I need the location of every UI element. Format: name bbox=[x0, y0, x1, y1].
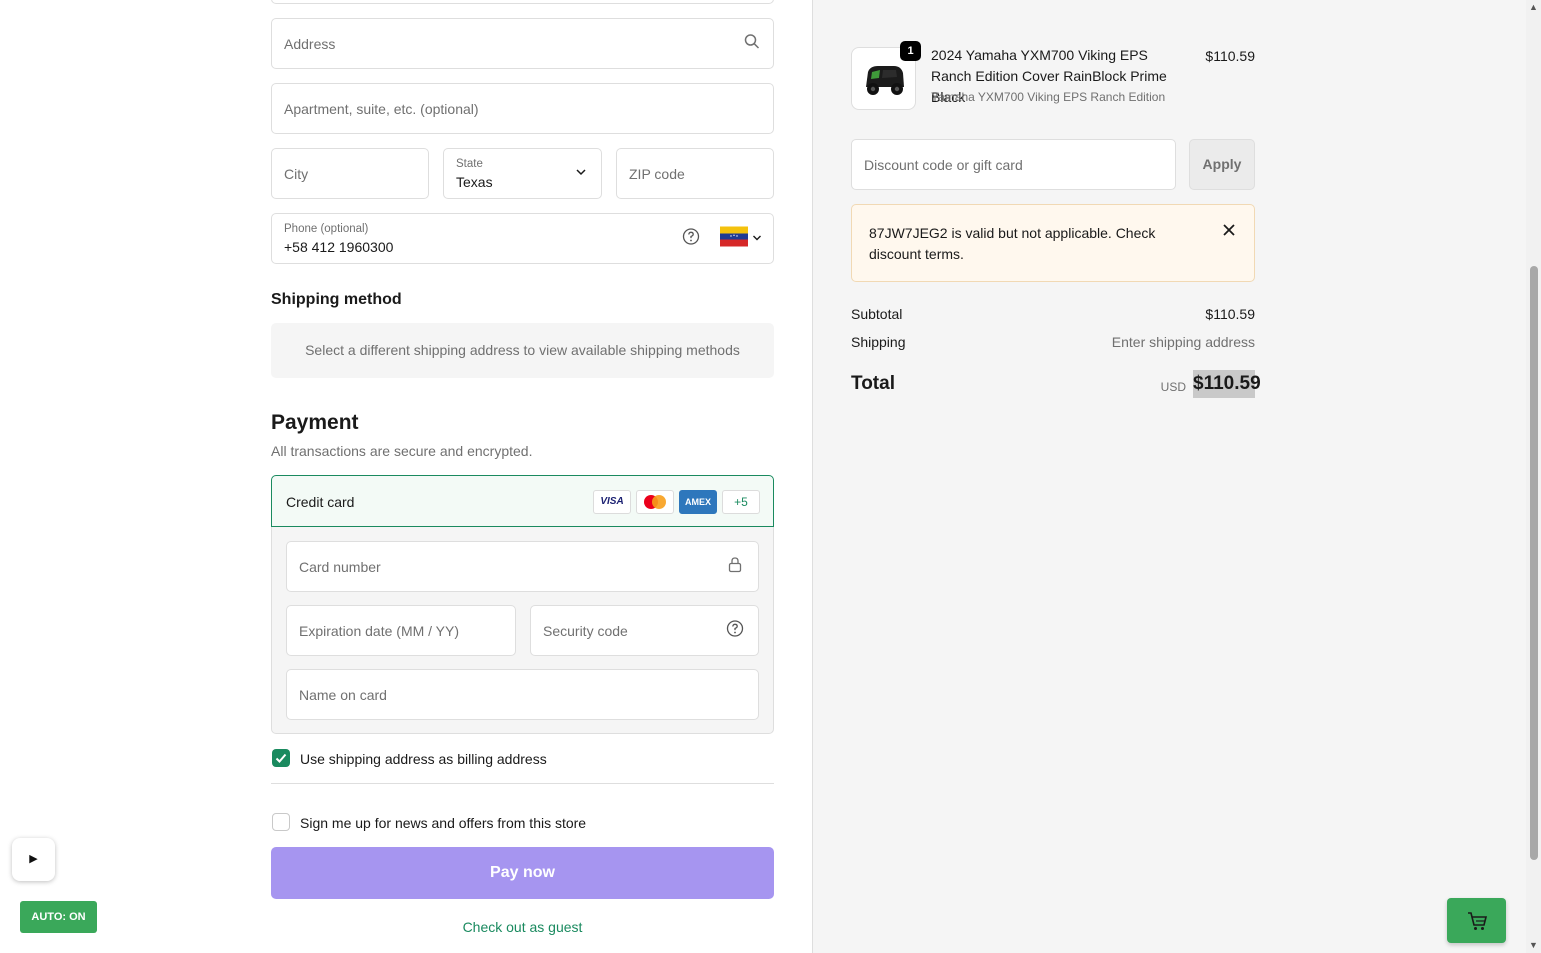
state-label: State bbox=[456, 158, 483, 170]
auto-toggle-badge[interactable]: AUTO: ON bbox=[20, 901, 97, 933]
play-button[interactable]: ▶ bbox=[12, 838, 55, 881]
lock-icon bbox=[728, 556, 742, 577]
previous-field-edge bbox=[271, 0, 774, 4]
more-cards-badge: +5 bbox=[722, 490, 760, 514]
zip-placeholder: ZIP code bbox=[629, 165, 685, 182]
payment-heading: Payment bbox=[271, 411, 359, 434]
newsletter-checkbox[interactable] bbox=[272, 813, 290, 831]
subtotal-label: Subtotal bbox=[851, 306, 903, 322]
venezuela-flag-icon[interactable] bbox=[720, 226, 748, 251]
amex-icon: AMEX bbox=[679, 490, 717, 514]
discount-notice: 87JW7JEG2 is valid but not applicable. C… bbox=[851, 204, 1255, 282]
payment-subtitle: All transactions are secure and encrypte… bbox=[271, 443, 533, 459]
close-icon[interactable] bbox=[1221, 223, 1237, 239]
total-label: Total bbox=[851, 373, 895, 394]
country-chevron-down-icon[interactable] bbox=[752, 230, 762, 248]
card-number-field[interactable]: Card number bbox=[286, 541, 759, 592]
name-on-card-placeholder: Name on card bbox=[299, 686, 387, 703]
discount-code-field[interactable]: Discount code or gift card bbox=[851, 139, 1176, 190]
city-placeholder: City bbox=[284, 165, 309, 182]
expiration-field[interactable]: Expiration date (MM / YY) bbox=[286, 605, 516, 656]
mastercard-icon bbox=[636, 490, 674, 514]
state-value: Texas bbox=[456, 174, 493, 190]
quantity-badge: 1 bbox=[900, 41, 921, 61]
divider bbox=[271, 783, 774, 784]
security-help-icon[interactable] bbox=[726, 619, 744, 642]
phone-label: Phone (optional) bbox=[284, 223, 369, 235]
scroll-up-arrow[interactable]: ▲ bbox=[1526, 0, 1541, 15]
card-number-placeholder: Card number bbox=[299, 558, 381, 575]
newsletter-label: Sign me up for news and offers from this… bbox=[300, 815, 587, 831]
billing-same-label: Use shipping address as billing address bbox=[300, 751, 547, 767]
product-price: $110.59 bbox=[1205, 48, 1255, 64]
city-field[interactable]: City bbox=[271, 148, 429, 199]
apply-discount-button[interactable]: Apply bbox=[1189, 139, 1255, 190]
chevron-down-icon bbox=[575, 165, 587, 183]
security-code-field[interactable]: Security code bbox=[530, 605, 759, 656]
cart-button[interactable] bbox=[1447, 898, 1506, 943]
cart-icon bbox=[1468, 912, 1488, 930]
address-placeholder: Address bbox=[284, 35, 336, 52]
security-code-placeholder: Security code bbox=[543, 622, 628, 639]
checkout-form-column: Address Apartment, suite, etc. (optional… bbox=[0, 0, 812, 953]
help-icon[interactable] bbox=[682, 227, 700, 250]
zip-field[interactable]: ZIP code bbox=[616, 148, 774, 199]
product-variant: Yamaha YXM700 Viking EPS Ranch Edition bbox=[931, 90, 1166, 104]
total-value: $110.59 bbox=[1193, 370, 1261, 398]
search-icon bbox=[744, 33, 760, 54]
shipping-method-heading: Shipping method bbox=[271, 291, 402, 308]
visa-icon: VISA bbox=[593, 490, 631, 514]
checkout-as-guest-link[interactable]: Check out as guest bbox=[271, 919, 774, 935]
phone-value: +58 412 1960300 bbox=[284, 239, 394, 255]
phone-field[interactable]: Phone (optional) +58 412 1960300 bbox=[271, 213, 774, 264]
shipping-method-message: Select a different shipping address to v… bbox=[271, 323, 774, 378]
shipping-value: Enter shipping address bbox=[1111, 334, 1255, 350]
scroll-down-arrow[interactable]: ▼ bbox=[1526, 938, 1541, 953]
billing-same-checkbox[interactable] bbox=[272, 749, 290, 767]
state-select[interactable]: State Texas bbox=[443, 148, 602, 199]
discount-notice-text: 87JW7JEG2 is valid but not applicable. C… bbox=[869, 225, 1156, 262]
credit-card-label: Credit card bbox=[286, 494, 355, 510]
credit-card-option[interactable]: Credit card VISA AMEX +5 bbox=[271, 475, 774, 527]
shipping-label: Shipping bbox=[851, 334, 906, 350]
apartment-placeholder: Apartment, suite, etc. (optional) bbox=[284, 100, 479, 117]
address-field[interactable]: Address bbox=[271, 18, 774, 69]
apartment-field[interactable]: Apartment, suite, etc. (optional) bbox=[271, 83, 774, 134]
discount-placeholder: Discount code or gift card bbox=[864, 156, 1023, 173]
pay-now-button[interactable]: Pay now bbox=[271, 847, 774, 899]
name-on-card-field[interactable]: Name on card bbox=[286, 669, 759, 720]
subtotal-value: $110.59 bbox=[1205, 306, 1255, 322]
total-currency: USD bbox=[1160, 380, 1186, 394]
expiration-placeholder: Expiration date (MM / YY) bbox=[299, 622, 460, 639]
scroll-thumb[interactable] bbox=[1530, 266, 1538, 860]
